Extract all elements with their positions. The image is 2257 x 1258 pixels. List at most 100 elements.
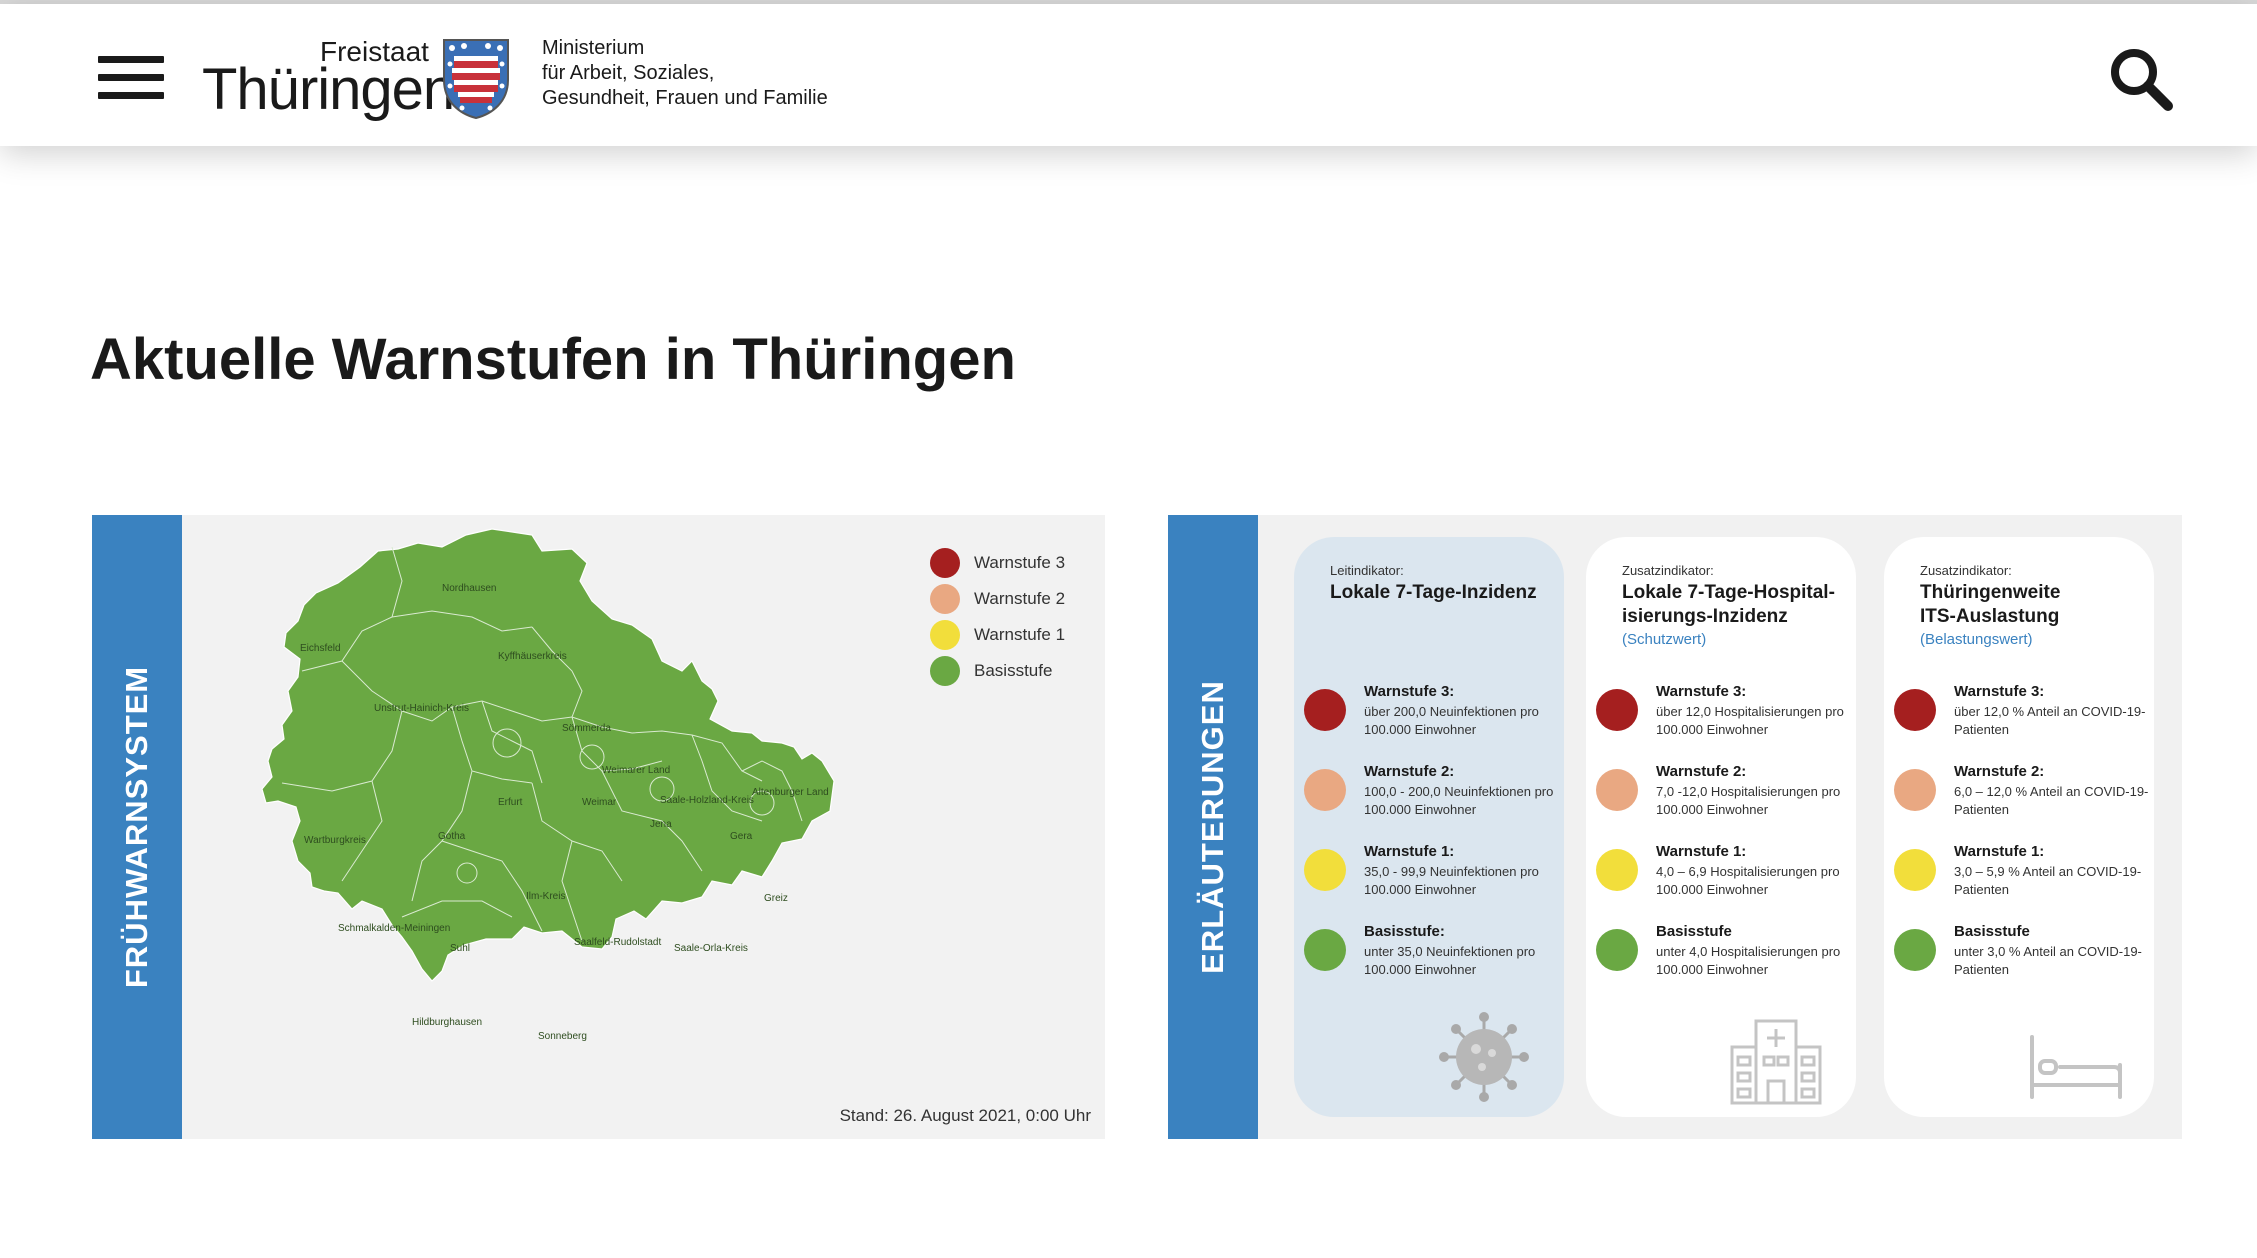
level-dot-warnstufe-3 [1596, 689, 1638, 731]
ministry-line: für Arbeit, Soziales, [542, 62, 715, 84]
indicator-title: Thüringenweite ITS-Auslastung [1920, 581, 2060, 629]
level-row: Warnstufe 3: über 200,0 Neuinfektionen p… [1304, 683, 1564, 743]
district-label: Wartburgkreis [304, 835, 366, 846]
level-name: Warnstufe 2: [1656, 763, 1747, 780]
ministry-name: Ministerium für Arbeit, Soziales, Gesund… [542, 36, 862, 111]
level-name: Warnstufe 1: [1954, 843, 2045, 860]
data-timestamp: Stand: 26. August 2021, 0:00 Uhr [839, 1106, 1091, 1125]
district-label: Sömmerda [562, 723, 611, 734]
level-name: Warnstufe 2: [1954, 763, 2045, 780]
virus-icon [1439, 1012, 1529, 1102]
district-label: Jena [650, 819, 672, 830]
district-label: Sonneberg [538, 1031, 587, 1042]
level-row: Warnstufe 1: 35,0 - 99,9 Neuinfektionen … [1304, 843, 1564, 903]
level-row: Warnstufe 1: 4,0 – 6,9 Hospitalisierunge… [1596, 843, 1856, 903]
legend-dot-warnstufe-1 [930, 620, 960, 650]
level-desc: unter 3,0 % Anteil an COVID-19-Patienten [1954, 944, 2142, 977]
bed-icon [2030, 1035, 2122, 1099]
district-label: Nordhausen [442, 583, 496, 594]
indicator-column-hospitalisation: Zusatzindikator: Lokale 7-Tage-Hospital-… [1586, 537, 1856, 1117]
legend-label: Warnstufe 3 [974, 553, 1066, 572]
indicator-title: Lokale 7-Tage-Inzidenz [1330, 581, 1537, 605]
district-label: Saalfeld-Rudolstadt [574, 937, 661, 948]
search-icon[interactable] [2108, 46, 2174, 112]
district-label: Eichsfeld [300, 643, 341, 654]
legend-dot-warnstufe-2 [930, 584, 960, 614]
indicator-title-line: isierungs-Inzidenz [1622, 606, 1788, 627]
district-label: Unstrut-Hainich-Kreis [374, 703, 469, 714]
ministry-line: Ministerium [542, 37, 645, 59]
level-desc: 7,0 -12,0 Hospitalisierungen pro 100.000… [1656, 784, 1841, 817]
level-row: Basisstufe unter 4,0 Hospitalisierungen … [1596, 923, 1856, 983]
level-row: Basisstufe unter 3,0 % Anteil an COVID-1… [1894, 923, 2154, 983]
district-label: Hildburghausen [412, 1017, 482, 1028]
level-dot-basisstufe [1894, 929, 1936, 971]
legend-label: Warnstufe 2 [974, 589, 1066, 608]
level-dot-basisstufe [1596, 929, 1638, 971]
coat-of-arms-icon [443, 39, 509, 120]
indicator-column-its: Zusatzindikator: Thüringenweite ITS-Ausl… [1884, 537, 2154, 1117]
level-dot-warnstufe-2 [1894, 769, 1936, 811]
level-dot-warnstufe-2 [1304, 769, 1346, 811]
menu-icon[interactable] [98, 56, 164, 100]
indicator-title-line: Lokale 7-Tage-Inzidenz [1330, 582, 1537, 603]
menu-icon-bar [98, 74, 164, 81]
district-label: Gotha [438, 831, 466, 842]
indicator-kicker: Zusatzindikator: [1920, 563, 2012, 578]
card-side-band: ERLÄUTERUNGEN [1168, 515, 1258, 1139]
level-dot-warnstufe-1 [1894, 849, 1936, 891]
indicator-kicker: Leitindikator: [1330, 563, 1404, 578]
legend-label: Warnstufe 1 [974, 625, 1066, 644]
band-label: ERLÄUTERUNGEN [1195, 680, 1230, 974]
level-row: Warnstufe 2: 6,0 – 12,0 % Anteil an COVI… [1894, 763, 2154, 823]
level-desc: 100,0 - 200,0 Neuinfektionen pro 100.000… [1364, 784, 1554, 817]
level-desc: 4,0 – 6,9 Hospitalisierungen pro 100.000… [1656, 864, 1840, 897]
indicator-subtitle: (Schutzwert) [1622, 631, 1707, 648]
level-desc: unter 35,0 Neuinfektionen pro 100.000 Ei… [1364, 944, 1536, 977]
band-label: FRÜHWARNSYSTEM [119, 665, 154, 989]
site-logo[interactable]: Freistaat Thüringen Ministerium für Arbe… [202, 32, 842, 122]
ministry-line: Gesundheit, Frauen und Familie [542, 87, 828, 109]
level-row: Warnstufe 3: über 12,0 Hospitalisierunge… [1596, 683, 1856, 743]
district-label: Weimar [582, 797, 617, 808]
level-dot-warnstufe-3 [1304, 689, 1346, 731]
explanations-card[interactable]: ERLÄUTERUNGEN Leitindikator: Lokale 7-Ta… [1168, 515, 2182, 1139]
district-label: Suhl [450, 943, 470, 954]
card-side-band: FRÜHWARNSYSTEM [92, 515, 182, 1139]
level-dot-warnstufe-3 [1894, 689, 1936, 731]
level-row: Warnstufe 1: 3,0 – 5,9 % Anteil an COVID… [1894, 843, 2154, 903]
logo-thueringen-text: Thüringen [202, 57, 455, 122]
level-desc: 35,0 - 99,9 Neuinfektionen pro 100.000 E… [1364, 864, 1539, 897]
legend-item: Warnstufe 3 [930, 545, 1100, 581]
district-label: Gera [730, 831, 753, 842]
level-row: Warnstufe 3: über 12,0 % Anteil an COVID… [1894, 683, 2154, 743]
level-name: Warnstufe 3: [1656, 683, 1747, 700]
district-label: Schmalkalden-Meiningen [338, 923, 450, 934]
level-desc: über 12,0 % Anteil an COVID-19-Patienten [1954, 704, 2146, 737]
menu-icon-bar [98, 92, 164, 99]
legend-item: Warnstufe 2 [930, 581, 1100, 617]
warning-map-card[interactable]: FRÜHWARNSYSTEM Nordhausen Eichsfeld Kyff… [92, 515, 1105, 1139]
district-label: Altenburger Land [752, 787, 829, 798]
indicator-title-line: Lokale 7-Tage-Hospital- [1622, 582, 1835, 603]
level-row: Warnstufe 2: 100,0 - 200,0 Neuinfektione… [1304, 763, 1564, 823]
level-dot-warnstufe-1 [1596, 849, 1638, 891]
page-title: Aktuelle Warnstufen in Thüringen [90, 327, 1016, 392]
district-label: Weimarer Land [602, 765, 670, 776]
indicator-kicker: Zusatzindikator: [1622, 563, 1714, 578]
legend-dot-basisstufe [930, 656, 960, 686]
level-name: Warnstufe 1: [1364, 843, 1455, 860]
legend-dot-warnstufe-3 [930, 548, 960, 578]
level-name: Basisstufe [1954, 923, 2030, 940]
district-label: Saale-Holzland-Kreis [660, 795, 754, 806]
district-label: Saale-Orla-Kreis [674, 943, 748, 954]
level-row: Basisstufe: unter 35,0 Neuinfektionen pr… [1304, 923, 1564, 983]
level-name: Warnstufe 3: [1954, 683, 2045, 700]
indicator-title-line: Thüringenweite [1920, 582, 2061, 603]
level-row: Warnstufe 2: 7,0 -12,0 Hospitalisierunge… [1596, 763, 1856, 823]
level-dot-warnstufe-1 [1304, 849, 1346, 891]
district-label: Kyffhäuserkreis [498, 651, 567, 662]
indicator-column-incidence: Leitindikator: Lokale 7-Tage-Inzidenz Wa… [1294, 537, 1564, 1117]
level-desc: 6,0 – 12,0 % Anteil an COVID-19-Patiente… [1954, 784, 2149, 817]
level-desc: über 12,0 Hospitalisierungen pro 100.000… [1656, 704, 1844, 737]
